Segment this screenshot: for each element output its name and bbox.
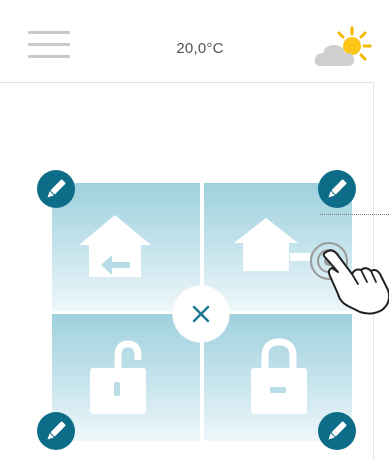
edit-button-bottom-left[interactable] <box>37 412 75 450</box>
edit-button-top-right[interactable] <box>318 170 356 208</box>
pencil-icon <box>328 179 347 198</box>
pointing-hand-icon <box>322 249 389 315</box>
pencil-icon <box>328 421 347 440</box>
close-button[interactable] <box>173 286 229 342</box>
partly-cloudy-sun-icon[interactable] <box>312 26 372 70</box>
edit-button-top-left[interactable] <box>37 170 75 208</box>
pencil-icon <box>47 421 66 440</box>
callout-dotted-line <box>320 214 389 215</box>
pencil-icon <box>47 179 66 198</box>
close-icon <box>192 305 210 323</box>
hamburger-line <box>28 55 70 58</box>
top-bar: 20,0°C <box>0 0 374 83</box>
edit-button-bottom-right[interactable] <box>318 412 356 450</box>
hamburger-menu-icon <box>28 31 70 34</box>
temperature-readout: 20,0°C <box>176 40 224 57</box>
menu-button[interactable] <box>28 31 70 63</box>
hamburger-line <box>28 43 70 46</box>
